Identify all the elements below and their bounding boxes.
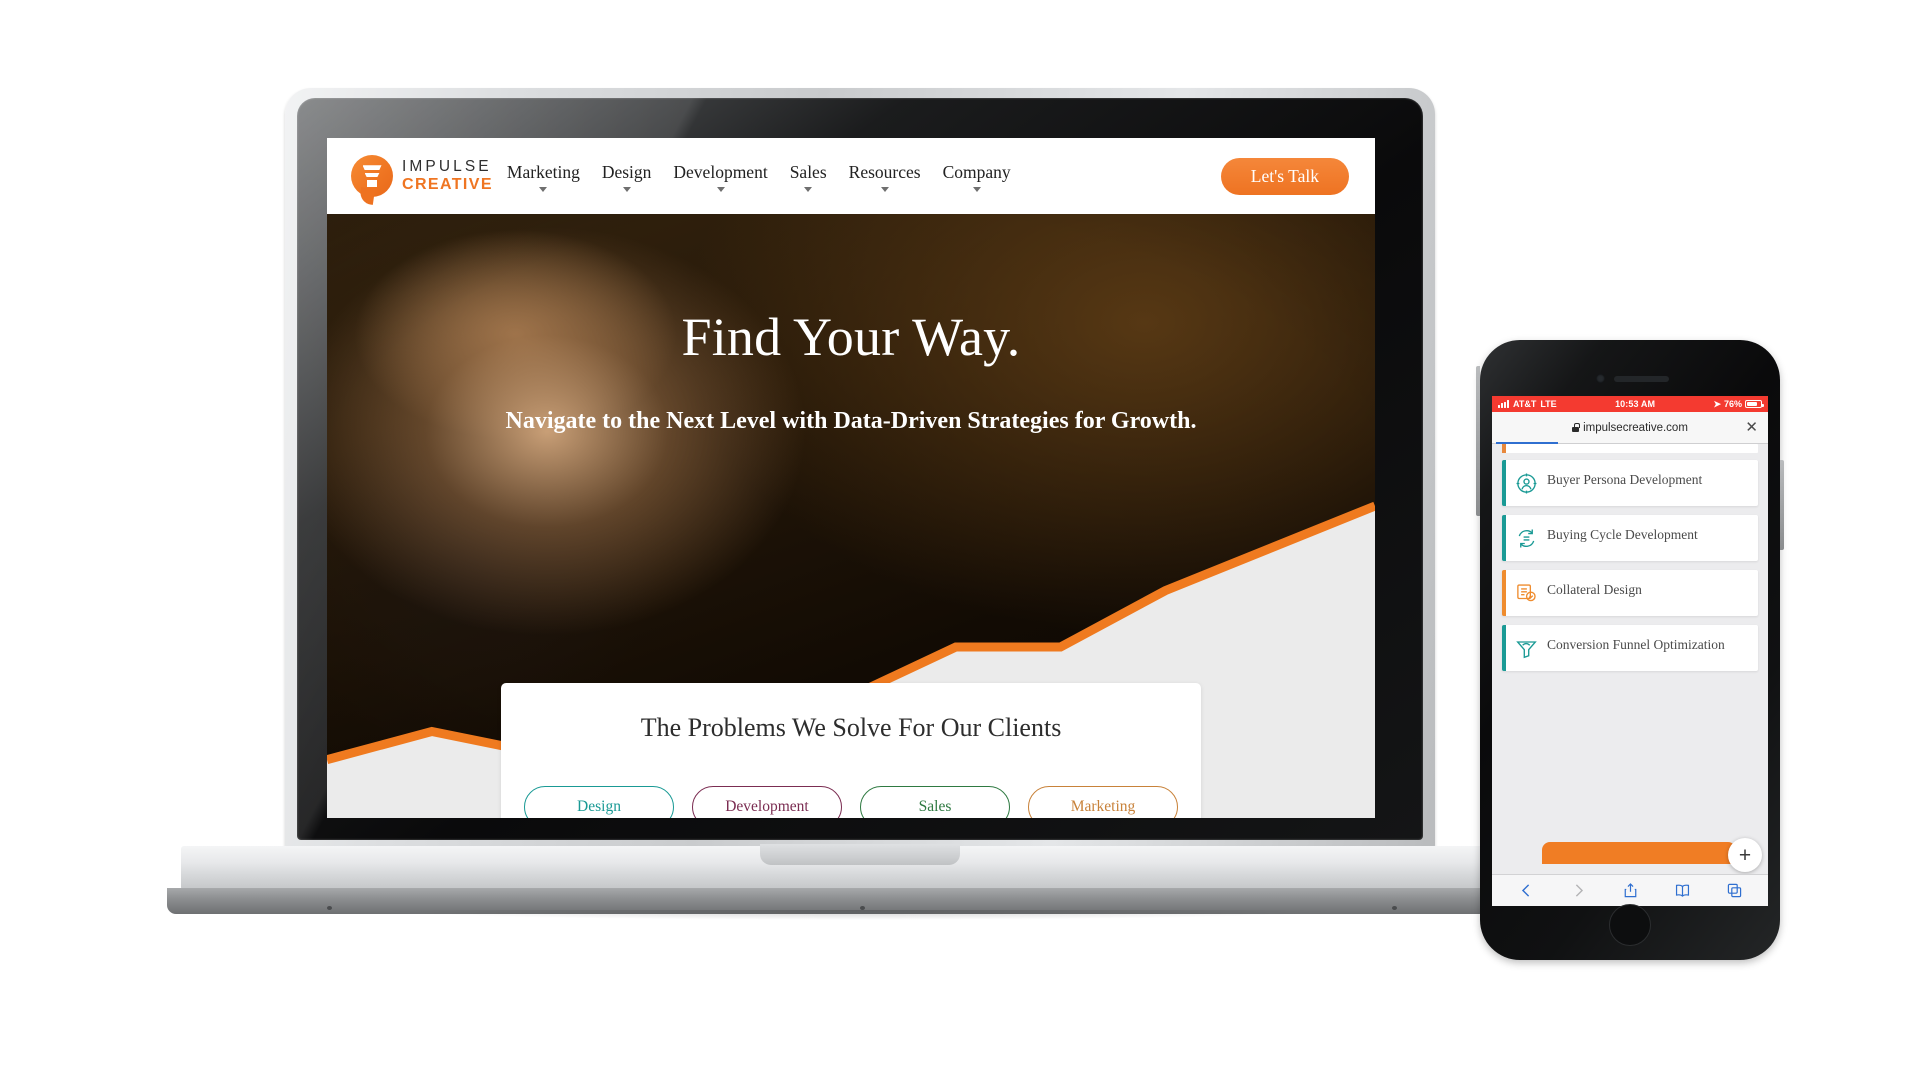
network-label: LTE xyxy=(1540,399,1557,409)
primary-nav: Marketing Design Development Sales Resou… xyxy=(507,160,1011,192)
persona-target-icon xyxy=(1516,473,1537,494)
laptop-lid-notch xyxy=(760,844,960,865)
nav-item-marketing[interactable]: Marketing xyxy=(507,162,580,192)
nav-item-company[interactable]: Company xyxy=(943,162,1011,192)
cycle-arrows-icon xyxy=(1518,529,1535,548)
chevron-down-icon xyxy=(972,187,981,192)
safari-address-bar[interactable]: impulsecreative.com ✕ xyxy=(1492,412,1768,444)
problems-card: The Problems We Solve For Our Clients De… xyxy=(501,683,1201,818)
collateral-board-icon xyxy=(1517,584,1536,602)
logo-word-creative: CREATIVE xyxy=(402,176,493,194)
list-item[interactable]: Buying Cycle Development xyxy=(1502,515,1758,561)
bookmarks-icon[interactable] xyxy=(1674,882,1691,899)
logo-word-impulse: IMPULSE xyxy=(402,157,492,175)
chevron-down-icon xyxy=(880,187,889,192)
battery-icon xyxy=(1745,400,1764,408)
nav-label: Marketing xyxy=(506,162,580,182)
list-item-partial xyxy=(1502,444,1758,453)
status-clock: 10:53 AM xyxy=(1615,399,1656,409)
list-item[interactable]: Buyer Persona Development xyxy=(1502,460,1758,506)
list-item-label: Conversion Funnel Optimization xyxy=(1547,637,1725,652)
nav-item-design[interactable]: Design xyxy=(601,162,652,192)
back-chevron-icon[interactable] xyxy=(1518,882,1535,899)
nav-label: Resources xyxy=(848,162,921,182)
mobile-cta-bar[interactable] xyxy=(1542,842,1736,864)
earpiece-speaker xyxy=(1614,376,1669,382)
chevron-down-icon xyxy=(716,187,725,192)
hero-subheadline: Navigate to the Next Level with Data-Dri… xyxy=(505,408,1197,434)
nav-label: Sales xyxy=(789,162,827,182)
site-navbar: IMPULSE CREATIVE Marketing Design Develo… xyxy=(327,138,1375,214)
url-text: impulsecreative.com xyxy=(1583,421,1688,434)
nav-item-sales[interactable]: Sales xyxy=(790,162,827,192)
front-camera-icon xyxy=(1596,374,1605,383)
list-item[interactable]: Collateral Design xyxy=(1502,570,1758,616)
funnel-icon xyxy=(1516,641,1537,659)
signal-bars-icon xyxy=(1498,400,1509,408)
hero-section: Find Your Way. Navigate to the Next Leve… xyxy=(327,214,1375,818)
site-logo[interactable]: IMPULSE CREATIVE xyxy=(351,155,493,205)
laptop-screen: IMPULSE CREATIVE Marketing Design Develo… xyxy=(327,138,1375,818)
add-button[interactable]: + xyxy=(1728,838,1762,872)
hero-headline: Find Your Way. xyxy=(681,307,1021,367)
safari-toolbar xyxy=(1492,874,1768,906)
power-button xyxy=(1780,460,1784,550)
problems-title: The Problems We Solve For Our Clients xyxy=(640,713,1062,742)
lets-talk-button[interactable]: Let's Talk xyxy=(1220,157,1349,195)
nav-item-development[interactable]: Development xyxy=(673,162,768,192)
nav-item-resources[interactable]: Resources xyxy=(849,162,921,192)
nav-label: Design xyxy=(601,162,652,182)
location-arrow-icon: ➤ xyxy=(1713,398,1721,409)
forward-chevron-icon xyxy=(1575,884,1583,897)
list-item-label: Buying Cycle Development xyxy=(1547,527,1698,542)
problems-filter-pills: Design Development Sales Marketing xyxy=(501,786,1201,818)
pill-design[interactable]: Design xyxy=(524,786,674,818)
hero-copy: Find Your Way. Navigate to the Next Leve… xyxy=(327,306,1375,435)
phone-device: AT&T LTE 10:53 AM ➤ 76% impulsecreative.… xyxy=(1476,340,1784,960)
ios-status-bar: AT&T LTE 10:53 AM ➤ 76% xyxy=(1492,396,1768,412)
carrier-label: AT&T xyxy=(1513,399,1537,409)
volume-buttons xyxy=(1476,366,1480,516)
laptop-device: IMPULSE CREATIVE Marketing Design Develo… xyxy=(167,88,1553,924)
chevron-down-icon xyxy=(622,187,631,192)
home-button[interactable] xyxy=(1609,904,1651,946)
tabs-icon[interactable] xyxy=(1726,882,1743,899)
funnel-bubble-icon xyxy=(351,155,393,205)
chevron-down-icon xyxy=(804,187,813,192)
laptop-base-foot xyxy=(167,888,1553,924)
nav-label: Development xyxy=(673,162,768,182)
list-item-label: Buyer Persona Development xyxy=(1547,472,1703,487)
battery-percent: 76% xyxy=(1723,399,1742,409)
pill-marketing[interactable]: Marketing xyxy=(1028,786,1178,818)
list-item[interactable]: Conversion Funnel Optimization xyxy=(1502,625,1758,671)
share-icon[interactable] xyxy=(1622,882,1639,899)
list-item-label: Collateral Design xyxy=(1547,582,1642,597)
close-icon[interactable]: ✕ xyxy=(1745,420,1758,435)
mobile-page-content: Buyer Persona Development Buying Cycle D… xyxy=(1492,444,1768,864)
chevron-down-icon xyxy=(539,187,548,192)
pill-sales[interactable]: Sales xyxy=(860,786,1010,818)
nav-label: Company xyxy=(942,162,1011,182)
phone-screen: AT&T LTE 10:53 AM ➤ 76% impulsecreative.… xyxy=(1492,396,1768,906)
pill-development[interactable]: Development xyxy=(692,786,842,818)
mockup-canvas: IMPULSE CREATIVE Marketing Design Develo… xyxy=(0,0,1920,1080)
lock-icon xyxy=(1572,423,1580,432)
